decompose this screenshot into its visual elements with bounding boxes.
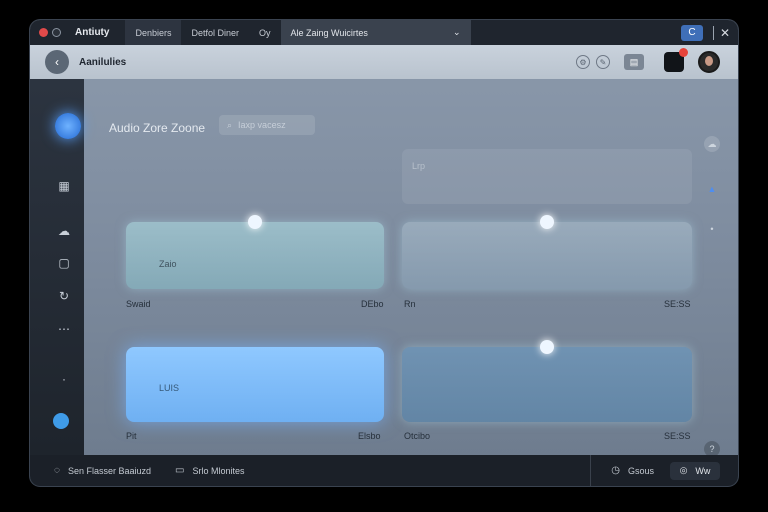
footer-label: Srlo Mlonites (192, 465, 245, 476)
app-name: Antiuty (75, 27, 110, 38)
zone-card[interactable] (402, 215, 692, 289)
footer-item-1[interactable]: ◌ Sen Flasser Baaiuzd (54, 465, 151, 476)
footer-item-3[interactable]: ◷ Gsous (611, 465, 654, 476)
app-window: Antiuty Denbiers Detfol Diner Oy Ale Zai… (30, 20, 738, 486)
tab-active[interactable]: Ale Zaing Wuicirtes ⌄ (280, 20, 471, 45)
search-placeholder: Iaxp vacesz (238, 120, 286, 130)
zone-caption: Rn (404, 299, 416, 309)
back-button[interactable]: ‹ (45, 50, 69, 74)
divider (712, 25, 714, 40)
chat-icon: ◌ (54, 465, 60, 476)
zone-value: SE:SS (664, 431, 691, 441)
zone-card[interactable]: LUIS (126, 347, 384, 422)
footer-bar: ◌ Sen Flasser Baaiuzd ▭ Srlo Mlonites ◷ … (30, 455, 738, 486)
footer-button-label: Ww (695, 465, 711, 476)
monitor-icon: ▭ (175, 465, 185, 476)
home-orb-icon[interactable] (55, 113, 81, 139)
zone-label: LUIS (159, 383, 180, 393)
zone-card[interactable] (402, 340, 692, 422)
avatar[interactable] (698, 51, 720, 73)
footer-label: Sen Flasser Baaiuzd (67, 465, 151, 476)
footer-action-button[interactable]: ◎ Ww (670, 461, 720, 480)
ghost-panel: Lrp (402, 149, 692, 204)
divider (590, 455, 592, 486)
close-icon[interactable]: ✕ (720, 26, 730, 40)
tab-2[interactable]: Detfol Diner (181, 20, 249, 45)
tab-label: Oy (259, 27, 271, 38)
zone-value: DEbo (361, 299, 384, 309)
minimize-window-button[interactable] (52, 28, 61, 37)
dot-icon: · (62, 372, 66, 386)
zone-value: Elsbo (358, 431, 381, 441)
main-content: Audio Zore Zoone ⌕ Iaxp vacesz Lrp Zaio … (84, 79, 738, 457)
cloud-icon[interactable]: ☁ (704, 136, 720, 152)
grid-icon[interactable]: ▦ (55, 179, 73, 193)
zone-label: Zaio (159, 259, 177, 269)
page-header: ‹ Aanilulies ⚙ ✎ ▤ (30, 45, 738, 79)
dot-icon: • (710, 224, 714, 234)
window-controls (39, 28, 65, 37)
cloud-icon[interactable]: ☁ (55, 224, 73, 238)
tab-label: Denbiers (135, 27, 172, 38)
zone-value: SE:SS (664, 299, 691, 309)
tab-label: Ale Zaing Wuicirtes (290, 27, 368, 38)
title-bar: Antiuty Denbiers Detfol Diner Oy Ale Zai… (30, 20, 738, 45)
zone-caption: Swaid (126, 299, 151, 309)
chevron-down-icon[interactable]: ⌄ (453, 27, 461, 38)
slider-knob[interactable] (540, 215, 554, 229)
target-icon: ◎ (679, 465, 688, 475)
more-icon[interactable]: ⋯ (55, 322, 73, 336)
tab-3[interactable]: Oy (249, 20, 281, 45)
close-window-button[interactable] (39, 28, 48, 37)
window-action-button[interactable]: C (680, 24, 703, 41)
footer-item-2[interactable]: ▭ Srlo Mlonites (175, 465, 244, 476)
page-title: Aanilulies (79, 56, 127, 68)
notifications-button[interactable] (664, 48, 688, 72)
footer-label: Gsous (627, 465, 654, 476)
alert-icon[interactable]: ▲ (704, 181, 720, 197)
square-icon[interactable]: ▢ (55, 256, 73, 270)
status-indicator[interactable] (53, 413, 69, 429)
notification-badge (679, 48, 688, 57)
zone-caption: Otcibo (404, 431, 431, 441)
ghost-label: Lrp (412, 161, 426, 171)
settings-icon[interactable]: ⚙ (576, 55, 590, 69)
search-icon: ⌕ (227, 119, 233, 130)
slider-knob[interactable] (540, 340, 554, 354)
chevron-left-icon: ‹ (55, 55, 59, 69)
search-input[interactable]: ⌕ Iaxp vacesz (219, 115, 315, 135)
clock-icon: ◷ (611, 465, 620, 476)
sidebar: ▦ ☁ ▢ ↻ ⋯ · (30, 79, 84, 455)
edit-icon[interactable]: ✎ (596, 55, 610, 69)
layout-icon[interactable]: ▤ (624, 54, 644, 70)
zone-caption: Pit (126, 431, 137, 441)
zone-card[interactable]: Zaio (126, 215, 384, 289)
section-title: Audio Zore Zoone (109, 121, 206, 135)
refresh-icon[interactable]: ↻ (55, 289, 73, 303)
tab-1[interactable]: Denbiers (125, 20, 182, 45)
slider-knob[interactable] (248, 215, 262, 229)
tab-label: Detfol Diner (191, 27, 240, 38)
